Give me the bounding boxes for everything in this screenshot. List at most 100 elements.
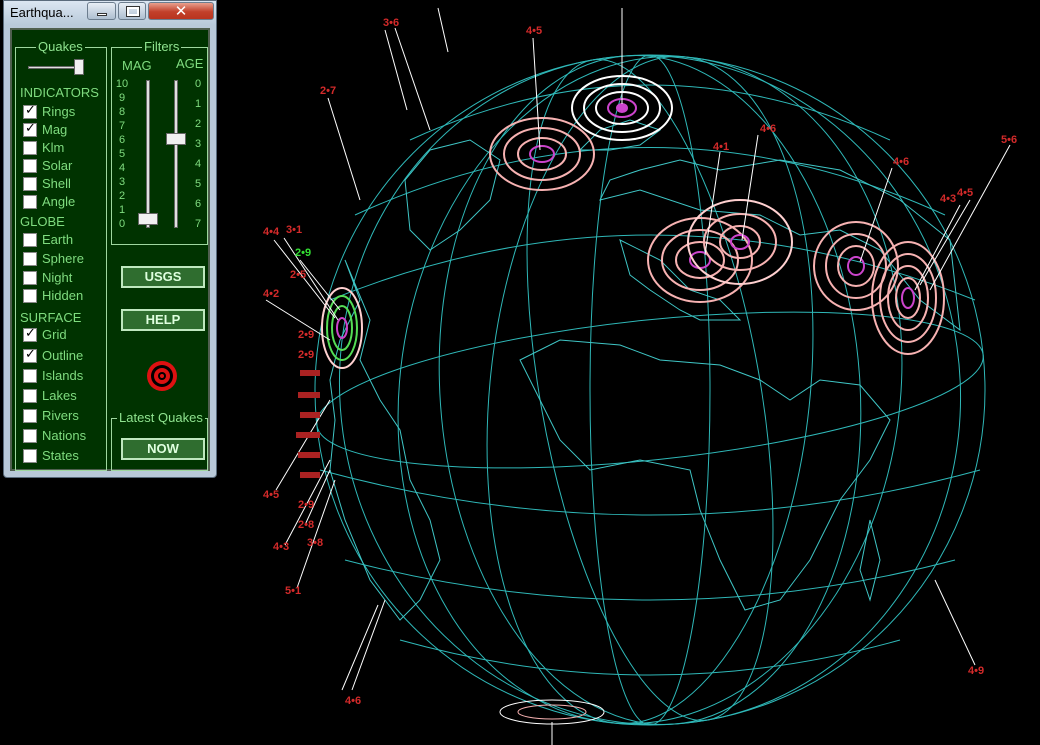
solar-checkbox[interactable]	[23, 159, 37, 173]
klm-checkbox[interactable]	[23, 141, 37, 155]
rings-checkbox[interactable]	[23, 103, 37, 119]
outline-label: Outline	[42, 348, 84, 363]
quake-rings	[321, 75, 945, 725]
quake-label: 5•6	[1001, 134, 1017, 146]
ring-cluster-iceland	[489, 117, 595, 191]
control-window: Earthqua... ✕ Quakes INDICATORS Rings Ma…	[3, 0, 217, 478]
control-panel: Quakes INDICATORS Rings Mag Klm Solar Sh…	[10, 28, 210, 471]
lakes-label: Lakes	[42, 388, 77, 403]
quake-label: 3•6	[383, 17, 399, 29]
quake-label: 4•3	[940, 193, 956, 205]
quake-label: 3•1	[286, 224, 302, 236]
ring-cluster-europe	[647, 199, 793, 303]
grid-checkbox[interactable]	[23, 326, 37, 342]
window-title: Earthqua...	[10, 5, 74, 20]
mag-tick: 9	[118, 92, 126, 104]
rivers-checkbox[interactable]	[23, 409, 37, 423]
solar-label: Solar	[42, 158, 73, 173]
quake-label: 2•9	[298, 499, 314, 511]
mag-checkbox[interactable]	[23, 121, 37, 137]
target-icon[interactable]	[146, 360, 178, 392]
shell-checkbox[interactable]	[23, 177, 37, 191]
age-tick: 4	[194, 158, 202, 170]
quake-label: 3•8	[307, 537, 323, 549]
now-button[interactable]: NOW	[121, 438, 205, 460]
islands-label: Islands	[42, 368, 84, 383]
quakes-slider-thumb[interactable]	[74, 59, 84, 75]
mag-tick: 4	[118, 162, 126, 174]
quake-label: 4•2	[263, 288, 279, 300]
title-bar[interactable]: Earthqua... ✕	[4, 1, 216, 25]
mag-filter-label: MAG	[122, 58, 152, 73]
age-tick: 7	[194, 218, 202, 230]
sphere-label: Sphere	[42, 251, 84, 266]
earth-label: Earth	[42, 232, 74, 247]
age-tick: 1	[194, 98, 202, 110]
age-slider-track[interactable]	[174, 80, 178, 228]
earth-checkbox[interactable]	[23, 233, 37, 247]
quake-label: 4•3	[273, 541, 289, 553]
mag-slider-thumb[interactable]	[138, 213, 158, 225]
rings-label: Rings	[42, 104, 76, 119]
lakes-checkbox[interactable]	[23, 389, 37, 403]
filters-group: Filters MAG AGE 10 9 8 7 6 5 4 3 2 1 0 0	[111, 40, 208, 245]
hidden-label: Hidden	[42, 288, 84, 303]
quake-label: 2•7	[320, 85, 336, 97]
quake-label: 2•9	[295, 247, 311, 259]
outline-checkbox[interactable]	[23, 347, 37, 363]
age-slider-thumb[interactable]	[166, 133, 186, 145]
close-icon: ✕	[174, 2, 188, 20]
age-tick: 5	[194, 178, 202, 190]
mag-tick: 5	[118, 148, 126, 160]
sphere-checkbox[interactable]	[23, 252, 37, 266]
age-tick: 6	[194, 198, 202, 210]
rivers-label: Rivers	[42, 408, 79, 423]
ring-cluster-middle-east	[813, 221, 945, 355]
quake-label: 4•6	[345, 695, 361, 707]
quake-label: 5•1	[285, 585, 301, 597]
maximize-icon	[126, 6, 140, 17]
mag-tick: 7	[118, 120, 126, 132]
close-button[interactable]: ✕	[148, 2, 214, 20]
quake-label: 4•1	[713, 141, 729, 153]
shell-label: Shell	[42, 176, 71, 191]
mag-tick: 8	[118, 106, 126, 118]
nations-label: Nations	[42, 428, 87, 443]
states-label: States	[42, 448, 79, 463]
filters-legend: Filters	[142, 39, 182, 54]
angle-checkbox[interactable]	[23, 195, 37, 209]
minimize-icon	[97, 13, 107, 16]
quake-label: 2•5	[290, 269, 306, 281]
latest-quakes-legend: Latest Quakes	[117, 410, 205, 425]
age-tick: 0	[194, 78, 202, 90]
mag-slider-track[interactable]	[146, 80, 150, 228]
usgs-button[interactable]: USGS	[121, 266, 205, 288]
islands-checkbox[interactable]	[23, 369, 37, 383]
indicators-heading: INDICATORS	[20, 85, 99, 100]
globe-heading: GLOBE	[20, 214, 65, 229]
quake-label: 4•9	[968, 665, 984, 677]
mag-tick: 1	[118, 204, 126, 216]
nations-checkbox[interactable]	[23, 429, 37, 443]
mag-tick: 6	[118, 134, 126, 146]
maximize-button[interactable]	[118, 2, 146, 20]
mag-tick: 10	[115, 78, 129, 90]
quake-label: 2•9	[298, 329, 314, 341]
states-checkbox[interactable]	[23, 449, 37, 463]
quake-label: 4•4	[263, 226, 280, 238]
grid-label: Grid	[42, 327, 67, 342]
mag-label: Mag	[42, 122, 68, 137]
ring-cluster-south	[499, 699, 605, 725]
quake-label: 4•5	[957, 187, 973, 199]
minimize-button[interactable]	[87, 2, 116, 20]
quake-label: 4•6	[760, 123, 776, 135]
night-checkbox[interactable]	[23, 271, 37, 285]
quake-label: 2•8	[298, 519, 314, 531]
klm-label: Klm	[42, 140, 65, 155]
quakes-legend: Quakes	[36, 39, 85, 54]
quake-label: 4•5	[263, 489, 279, 501]
quake-label: 4•6	[893, 156, 909, 168]
mag-tick: 3	[118, 176, 126, 188]
hidden-checkbox[interactable]	[23, 289, 37, 303]
help-button[interactable]: HELP	[121, 309, 205, 331]
